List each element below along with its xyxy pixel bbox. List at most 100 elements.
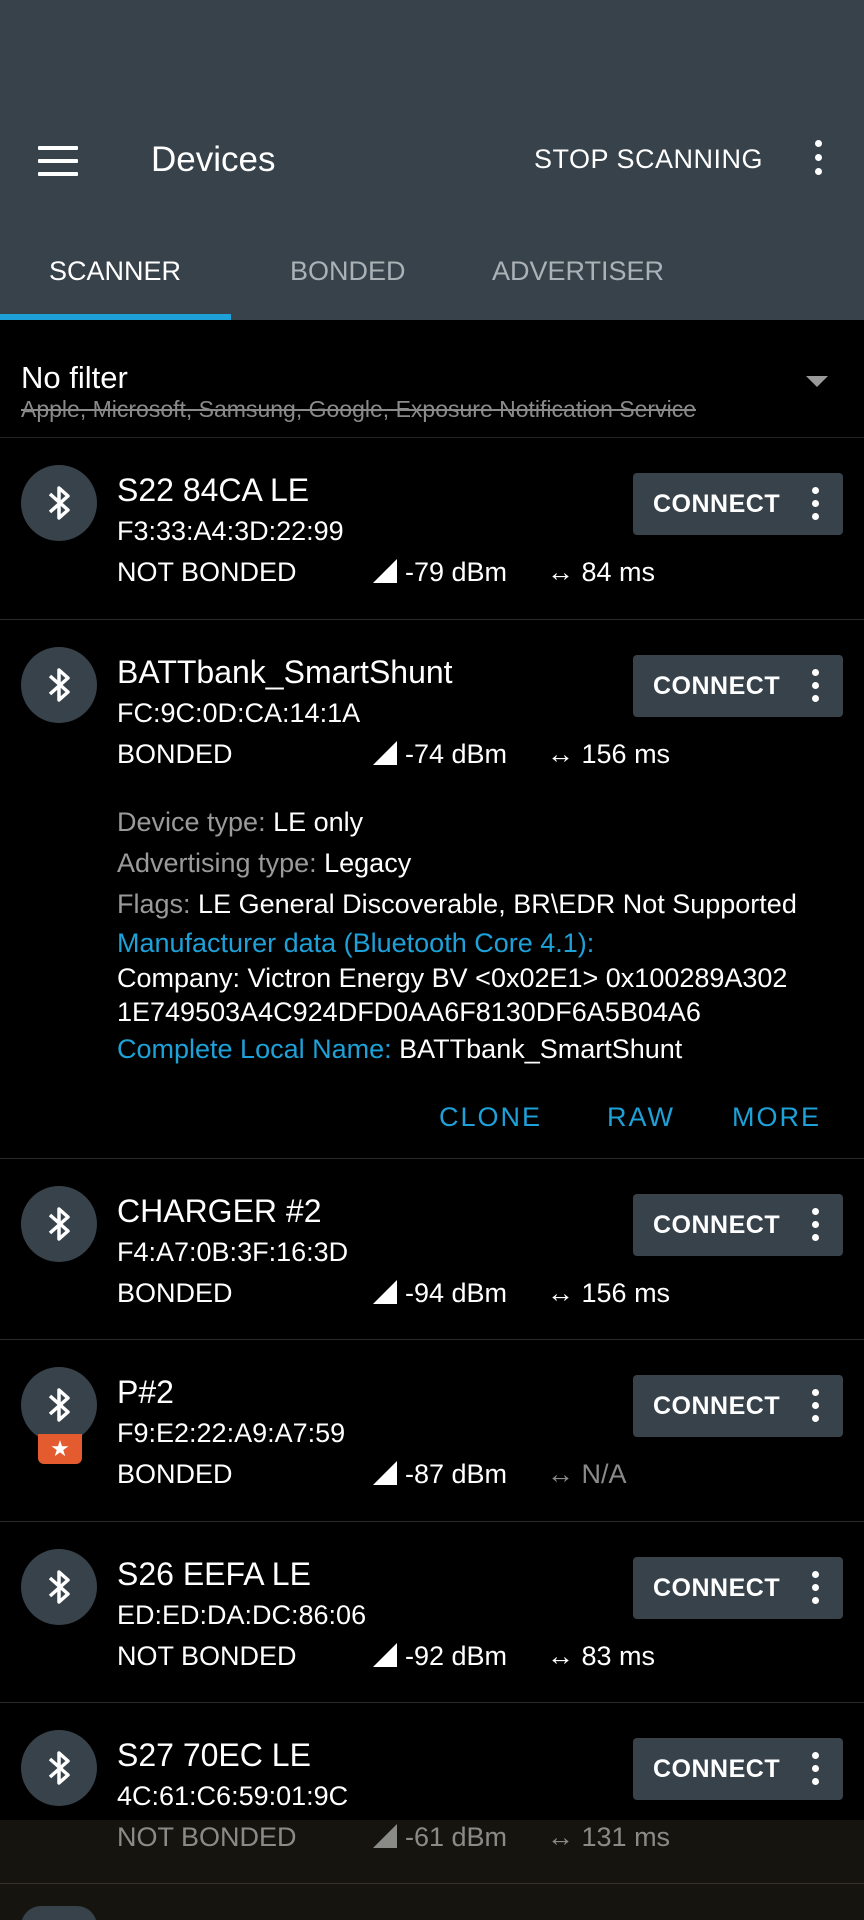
interval-icon: ↔: [547, 1822, 582, 1852]
connect-label: CONNECT: [653, 1392, 781, 1420]
interval-value: 156 ms: [581, 1278, 671, 1308]
adv-type-value: Legacy: [324, 848, 412, 878]
interval: ↔ 156 ms: [547, 739, 670, 770]
device-mac: FC:9C:0D:CA:14:1A: [117, 698, 361, 728]
flags-label: Flags:: [117, 889, 191, 919]
interval-icon: ↔: [547, 1278, 582, 1308]
tab-scanner[interactable]: SCANNER: [49, 256, 181, 287]
interval-value: 131 ms: [581, 1822, 671, 1852]
signal-icon: [373, 559, 397, 583]
manufacturer-data-line2: 1E749503A4C924DFD0AA6F8130DF6A5B04A6: [117, 997, 701, 1027]
interval: ↔ N/A: [547, 1459, 627, 1490]
device-name: S27 70EC LE: [117, 1737, 311, 1773]
signal-icon: [373, 741, 397, 765]
filter-bar[interactable]: No filter Apple, Microsoft, Samsung, Goo…: [0, 320, 864, 438]
bond-state: NOT BONDED: [117, 1641, 297, 1671]
hamburger-menu-icon[interactable]: [38, 146, 78, 176]
connect-button[interactable]: CONNECT: [633, 1375, 843, 1437]
interval-icon: ↔: [547, 1459, 582, 1489]
overflow-menu-icon[interactable]: [806, 140, 830, 184]
device-type-label: Device type:: [117, 807, 266, 837]
device-row[interactable]: CHARGER #2 F4:A7:0B:3F:16:3D BONDED -94 …: [0, 1159, 864, 1340]
interval-icon: ↔: [547, 1641, 582, 1671]
bond-state: NOT BONDED: [117, 1822, 297, 1852]
rssi: -87 dBm: [373, 1459, 507, 1490]
more-button[interactable]: MORE: [732, 1102, 821, 1133]
bluetooth-icon: [21, 1186, 97, 1262]
interval-value: 83 ms: [581, 1641, 656, 1671]
bluetooth-icon: [21, 1730, 97, 1806]
stop-scanning-button[interactable]: STOP SCANNING: [534, 144, 763, 175]
dropdown-arrow-icon[interactable]: [806, 376, 828, 387]
bond-state: NOT BONDED: [117, 557, 297, 587]
local-name-value: BATTbank_SmartShunt: [399, 1034, 683, 1064]
connect-button[interactable]: CONNECT: [633, 655, 843, 717]
next-device-icon-partial: [21, 1906, 97, 1920]
favorite-star-icon: ★: [38, 1434, 82, 1464]
connect-label: CONNECT: [653, 1574, 781, 1602]
rssi-value: -79 dBm: [405, 557, 508, 587]
filter-subtitle: Apple, Microsoft, Samsung, Google, Expos…: [21, 396, 696, 422]
interval: ↔ 83 ms: [547, 1641, 655, 1672]
local-name-label: Complete Local Name:: [117, 1034, 392, 1064]
interval-value: 156 ms: [581, 739, 671, 769]
more-vert-icon[interactable]: [809, 669, 821, 707]
device-row[interactable]: S27 70EC LE 4C:61:C6:59:01:9C NOT BONDED…: [0, 1703, 864, 1884]
bond-state: BONDED: [117, 739, 233, 769]
device-name: CHARGER #2: [117, 1193, 322, 1229]
interval-icon: ↔: [547, 739, 582, 769]
app-bar: Devices STOP SCANNING SCANNER BONDED ADV…: [0, 0, 864, 320]
clone-button[interactable]: CLONE: [439, 1102, 542, 1133]
interval-value: 84 ms: [581, 557, 656, 587]
connect-label: CONNECT: [653, 1211, 781, 1239]
device-mac: F9:E2:22:A9:A7:59: [117, 1418, 346, 1448]
bluetooth-icon: [21, 1367, 97, 1443]
device-row[interactable]: S22 84CA LE F3:33:A4:3D:22:99 NOT BONDED…: [0, 438, 864, 620]
device-row[interactable]: S26 EEFA LE ED:ED:DA:DC:86:06 NOT BONDED…: [0, 1522, 864, 1703]
flags-value: LE General Discoverable, BR\EDR Not Supp…: [198, 889, 797, 919]
rssi-value: -92 dBm: [405, 1641, 508, 1671]
device-mac: F4:A7:0B:3F:16:3D: [117, 1237, 349, 1267]
connect-button[interactable]: CONNECT: [633, 1557, 843, 1619]
signal-icon: [373, 1643, 397, 1667]
interval-icon: ↔: [547, 557, 582, 587]
device-name: P#2: [117, 1374, 174, 1410]
device-name: S26 EEFA LE: [117, 1556, 311, 1592]
connect-button[interactable]: CONNECT: [633, 1738, 843, 1800]
signal-icon: [373, 1461, 397, 1485]
bluetooth-icon: [21, 465, 97, 541]
device-name: BATTbank_SmartShunt: [117, 654, 453, 690]
tab-bonded[interactable]: BONDED: [290, 256, 406, 287]
connect-label: CONNECT: [653, 672, 781, 700]
rssi: -61 dBm: [373, 1822, 507, 1853]
rssi: -74 dBm: [373, 739, 507, 770]
advertising-details: Device type: LE only Advertising type: L…: [117, 802, 797, 1070]
interval: ↔ 84 ms: [547, 557, 655, 588]
page-title: Devices: [151, 140, 276, 179]
more-vert-icon[interactable]: [809, 487, 821, 525]
manufacturer-data-line1: Company: Victron Energy BV <0x02E1> 0x10…: [117, 963, 788, 993]
tab-advertiser[interactable]: ADVERTISER: [492, 256, 664, 287]
bluetooth-icon: [21, 647, 97, 723]
connect-button[interactable]: CONNECT: [633, 1194, 843, 1256]
more-vert-icon[interactable]: [809, 1752, 821, 1790]
adv-type-label: Advertising type:: [117, 848, 317, 878]
more-vert-icon[interactable]: [809, 1571, 821, 1609]
rssi-value: -74 dBm: [405, 739, 508, 769]
connect-label: CONNECT: [653, 490, 781, 518]
signal-icon: [373, 1280, 397, 1304]
bluetooth-icon: [21, 1549, 97, 1625]
rssi-value: -87 dBm: [405, 1459, 508, 1489]
connect-button[interactable]: CONNECT: [633, 473, 843, 535]
interval: ↔ 156 ms: [547, 1278, 670, 1309]
device-row[interactable]: ★ P#2 F9:E2:22:A9:A7:59 BONDED -87 dBm ↔…: [0, 1340, 864, 1522]
device-mac: 4C:61:C6:59:01:9C: [117, 1781, 349, 1811]
more-vert-icon[interactable]: [809, 1208, 821, 1246]
device-row[interactable]: BATTbank_SmartShunt FC:9C:0D:CA:14:1A BO…: [0, 620, 864, 1159]
more-vert-icon[interactable]: [809, 1389, 821, 1427]
rssi-value: -94 dBm: [405, 1278, 508, 1308]
device-type-value: LE only: [273, 807, 364, 837]
bond-state: BONDED: [117, 1278, 233, 1308]
raw-button[interactable]: RAW: [607, 1102, 675, 1133]
interval-value: N/A: [581, 1459, 627, 1489]
